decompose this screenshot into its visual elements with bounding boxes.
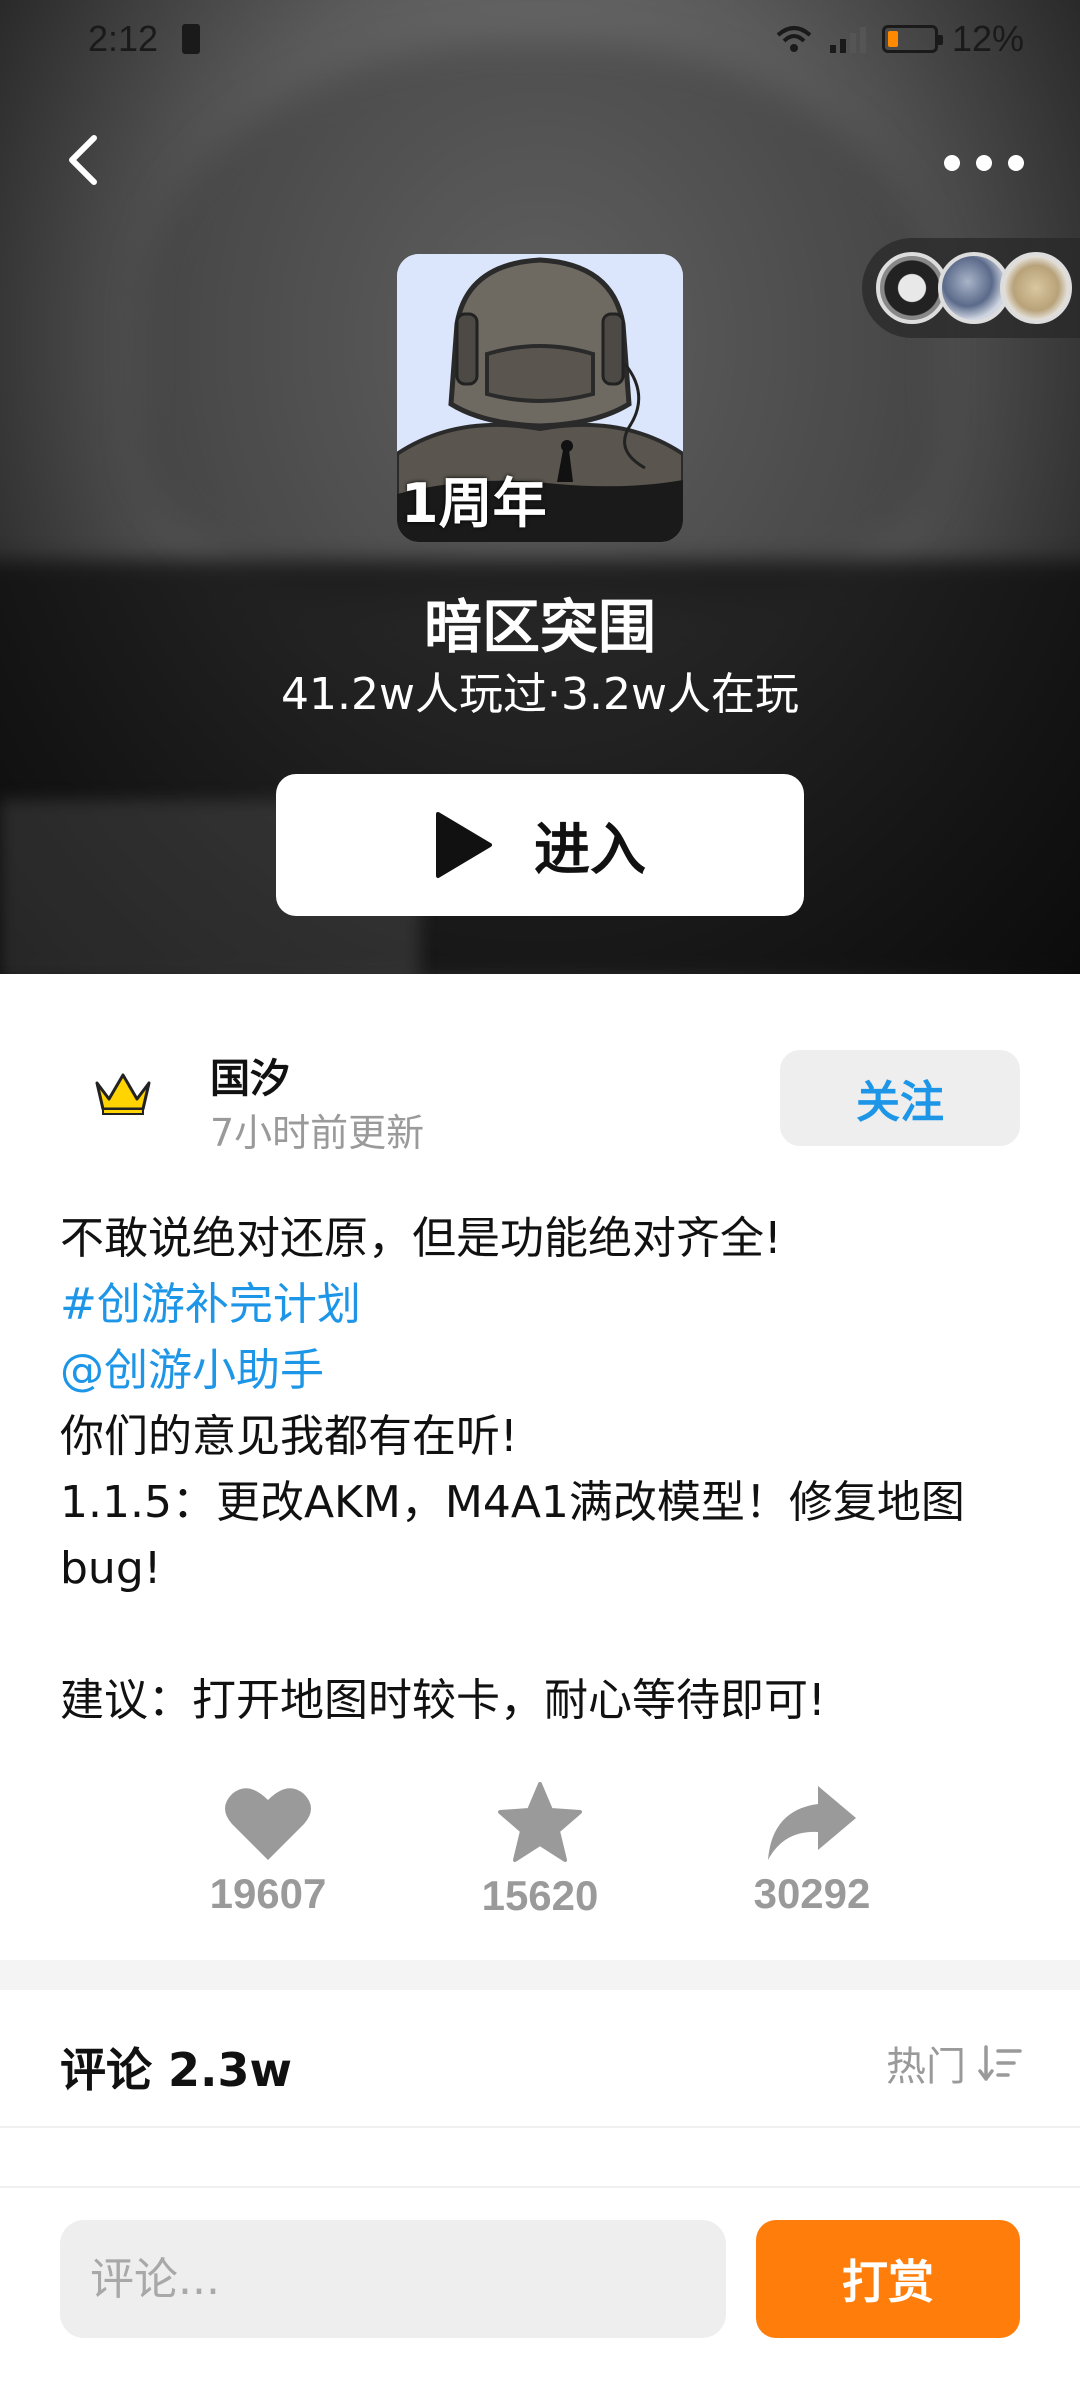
enter-game-button[interactable]: 进入: [276, 774, 804, 916]
more-options-button[interactable]: [944, 138, 1024, 188]
reward-button[interactable]: 打赏: [756, 2220, 1020, 2338]
more-dot-icon: [976, 155, 992, 171]
share-count: 30292: [753, 1870, 871, 1917]
battery-icon: [881, 25, 943, 53]
wifi-icon: [776, 26, 812, 52]
game-icon: 1周年: [397, 254, 683, 542]
status-bar: 2:12 12%: [0, 0, 1080, 80]
post-text-line: 不敢说绝对还原，但是功能绝对齐全!: [60, 1213, 782, 1264]
post-text-line: 建议：打开地图时较卡，耐心等待即可!: [60, 1675, 826, 1726]
mention-link[interactable]: @创游小助手: [60, 1338, 1020, 1404]
game-play-stats: 41.2w人玩过·3.2w人在玩: [281, 669, 799, 720]
sort-icon: [978, 2045, 1022, 2081]
chevron-left-icon: [69, 135, 97, 185]
like-button[interactable]: 19607: [168, 1782, 368, 1918]
update-time: 7小时前更新: [210, 1111, 425, 1155]
comment-input[interactable]: [60, 2220, 726, 2338]
enter-button-label: 进入: [534, 817, 646, 883]
play-icon: [436, 812, 492, 878]
game-hero-banner: 2:12 12% 1周年 暗区突围 41.2w人玩过·3.2w人在玩 进入: [0, 0, 1080, 974]
follow-button[interactable]: 关注: [780, 1050, 1020, 1146]
comments-divider: [0, 2126, 1080, 2128]
post-content: 不敢说绝对还原，但是功能绝对齐全! #创游补完计划 @创游小助手 你们的意见我都…: [60, 1206, 1020, 1734]
battery-percent: 12%: [951, 18, 1024, 59]
like-count: 19607: [209, 1870, 327, 1917]
status-indicators: 12%: [774, 18, 1024, 60]
star-icon: [498, 1782, 582, 1862]
more-dot-icon: [944, 155, 960, 171]
game-title: 暗区突围: [423, 593, 656, 661]
crown-icon: [95, 1073, 151, 1115]
section-divider: [0, 1960, 1080, 1990]
player-avatar: [1000, 252, 1072, 324]
comments-header: 评论 2.3w: [60, 2043, 292, 2097]
sort-label: 热门: [886, 2044, 966, 2090]
player-avatars[interactable]: [862, 238, 1080, 338]
cellular-signal-icon: [829, 27, 866, 53]
back-button[interactable]: [56, 130, 116, 190]
post-text-line: [60, 1602, 1020, 1668]
share-arrow-icon: [768, 1786, 856, 1860]
favorite-button[interactable]: 15620: [440, 1782, 640, 1920]
anniversary-badge: 1周年: [401, 472, 547, 535]
post-text-line: 你们的意见我都有在听!: [60, 1411, 518, 1462]
share-button[interactable]: 30292: [712, 1782, 912, 1918]
status-time: 2:12: [88, 18, 159, 59]
favorite-count: 15620: [481, 1872, 599, 1919]
more-dot-icon: [1008, 155, 1024, 171]
hashtag-link[interactable]: #创游补完计划: [60, 1272, 1020, 1338]
sim-card-icon: [182, 24, 200, 54]
sort-hot-button[interactable]: 热门: [886, 2034, 1022, 2092]
post-text-line: 1.1.5：更改AKM，M4A1满改模型！修复地图bug!: [60, 1477, 965, 1594]
author-avatar[interactable]: [80, 1050, 166, 1136]
heart-icon: [225, 1788, 311, 1860]
author-name[interactable]: 国汐: [210, 1046, 290, 1104]
bottom-bar-divider: [0, 2186, 1080, 2188]
